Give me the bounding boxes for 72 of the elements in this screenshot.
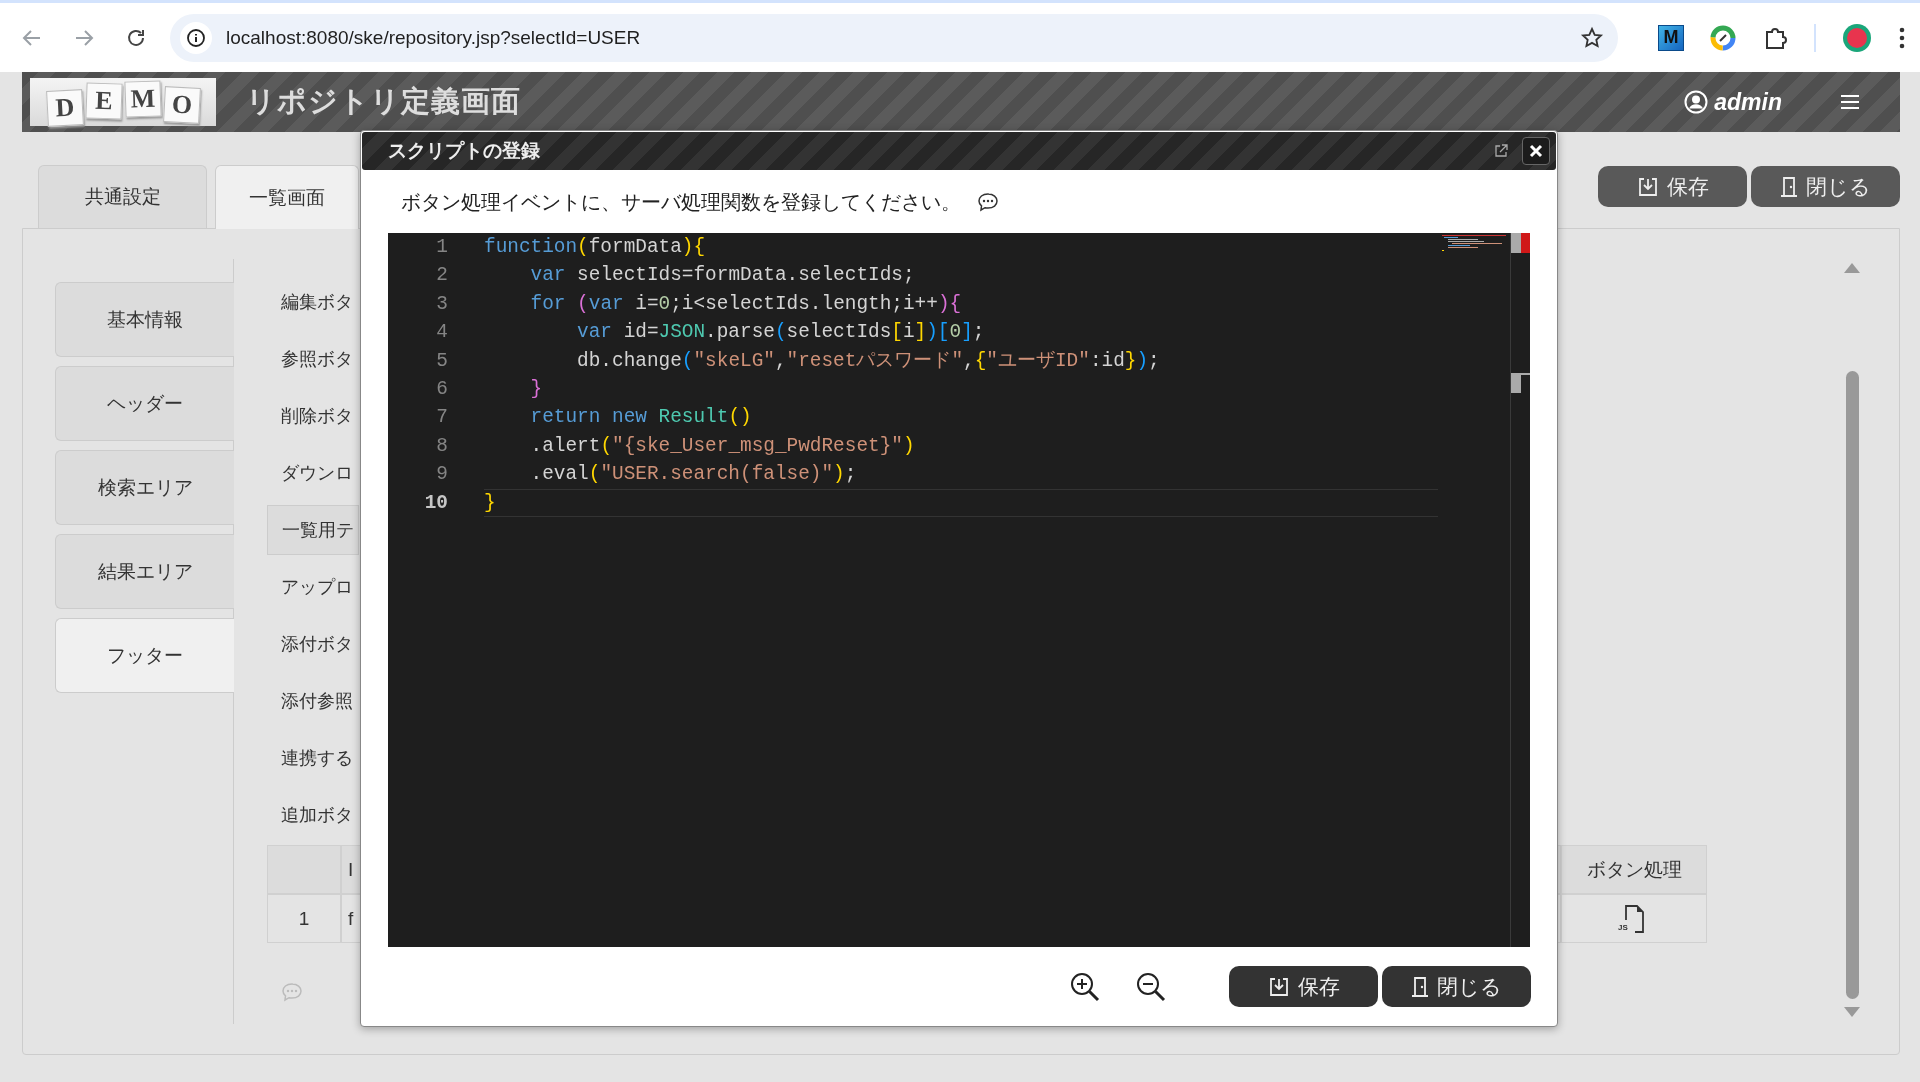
user-name: admin bbox=[1714, 88, 1782, 116]
profile-avatar-icon[interactable] bbox=[1842, 22, 1872, 53]
logo-letter: D bbox=[45, 89, 84, 127]
menu-icon[interactable] bbox=[1840, 93, 1860, 111]
setting-label: アップロ bbox=[281, 575, 353, 599]
close-icon bbox=[1529, 144, 1543, 158]
save-icon bbox=[1636, 175, 1659, 198]
logo-letter: E bbox=[84, 82, 123, 120]
code-line[interactable]: var selectIds=formData.selectIds; bbox=[484, 261, 1438, 290]
chat-icon[interactable] bbox=[977, 192, 999, 212]
setting-label: 参照ボタ bbox=[281, 347, 353, 371]
column-header: ボタン処理 bbox=[1561, 845, 1707, 894]
pop-out-icon[interactable] bbox=[1494, 144, 1508, 158]
save-icon bbox=[1267, 975, 1290, 998]
door-icon bbox=[1411, 975, 1429, 998]
code-line[interactable]: } bbox=[484, 374, 1438, 404]
section-tab[interactable]: 検索エリア bbox=[55, 450, 234, 525]
line-number: 2 bbox=[436, 263, 448, 289]
page-title: リポジトリ定義画面 bbox=[246, 84, 522, 119]
line-number: 8 bbox=[436, 433, 448, 459]
logo-letter: O bbox=[162, 86, 201, 124]
setting-label: 編集ボタ bbox=[281, 290, 353, 314]
section-tab[interactable]: フッター bbox=[55, 618, 234, 693]
close-button[interactable]: 閉じる bbox=[1751, 166, 1900, 207]
section-tab[interactable]: ヘッダー bbox=[55, 366, 234, 441]
save-button[interactable]: 保存 bbox=[1598, 166, 1747, 207]
setting-label: 添付参照 bbox=[281, 689, 353, 713]
line-number: 5 bbox=[436, 348, 448, 374]
minimap-drawing bbox=[1442, 235, 1506, 251]
color-wheel-icon[interactable] bbox=[1710, 24, 1736, 51]
line-number: 1 bbox=[436, 235, 448, 260]
line-number: 4 bbox=[436, 320, 448, 346]
file-type-label: JS bbox=[1618, 923, 1628, 932]
code-line[interactable]: db.change("skeLG","resetパスワード",{"ユーザID":id}); bbox=[484, 346, 1438, 375]
info-icon[interactable] bbox=[186, 27, 206, 48]
instruction-text: ボタン処理イベントに、サーバ処理関数を登録してください。 bbox=[401, 189, 961, 215]
extension-button[interactable]: M bbox=[1658, 24, 1684, 51]
group-header: 一覧用テ bbox=[267, 505, 359, 555]
zoom-out-icon[interactable] bbox=[1135, 970, 1167, 1003]
logo-letter: M bbox=[123, 80, 162, 118]
save-button[interactable]: 保存 bbox=[1229, 966, 1378, 1007]
code-line[interactable]: for (var i=0;i<selectIds.length;i++){ bbox=[484, 289, 1438, 319]
scroll-thumb[interactable] bbox=[1845, 371, 1859, 999]
user-icon bbox=[1684, 90, 1709, 114]
line-number: 6 bbox=[436, 376, 448, 402]
code-line[interactable]: } bbox=[484, 488, 1438, 517]
section-tab[interactable]: 結果エリア bbox=[55, 534, 234, 609]
setting-label: 連携する bbox=[281, 746, 353, 770]
line-number: 7 bbox=[436, 405, 448, 431]
row-number: 1 bbox=[267, 894, 341, 943]
code-line[interactable]: function(formData){ bbox=[484, 233, 1438, 262]
more-menu-icon[interactable] bbox=[1898, 25, 1906, 50]
line-number: 10 bbox=[424, 490, 448, 516]
setting-label: 添付ボタ bbox=[281, 632, 353, 656]
tab[interactable]: 共通設定 bbox=[38, 165, 207, 228]
code-line[interactable]: .alert("{ske_User_msg_PwdReset}") bbox=[484, 431, 1438, 461]
zoom-in-icon[interactable] bbox=[1069, 970, 1101, 1003]
setting-label: ダウンロ bbox=[281, 461, 353, 485]
tab[interactable]: 一覧画面 bbox=[215, 165, 359, 229]
code-line[interactable]: .eval("USER.search(false)"); bbox=[484, 460, 1438, 489]
door-icon bbox=[1780, 175, 1798, 198]
code-line[interactable]: var id=JSON.parse(selectIds[i])[0]; bbox=[484, 318, 1438, 347]
line-number: 9 bbox=[436, 462, 448, 488]
code-line[interactable]: return new Result() bbox=[484, 403, 1438, 432]
line-number: 3 bbox=[436, 291, 448, 317]
star-icon[interactable] bbox=[1580, 25, 1604, 50]
setting-label: 削除ボタ bbox=[281, 404, 353, 428]
close-button[interactable]: 閉じる bbox=[1382, 966, 1531, 1007]
close-button[interactable] bbox=[1522, 137, 1550, 165]
dialog-title: スクリプトの登録 bbox=[388, 139, 541, 163]
setting-label: 追加ボタ bbox=[281, 803, 353, 827]
section-tab[interactable]: 基本情報 bbox=[55, 282, 234, 357]
